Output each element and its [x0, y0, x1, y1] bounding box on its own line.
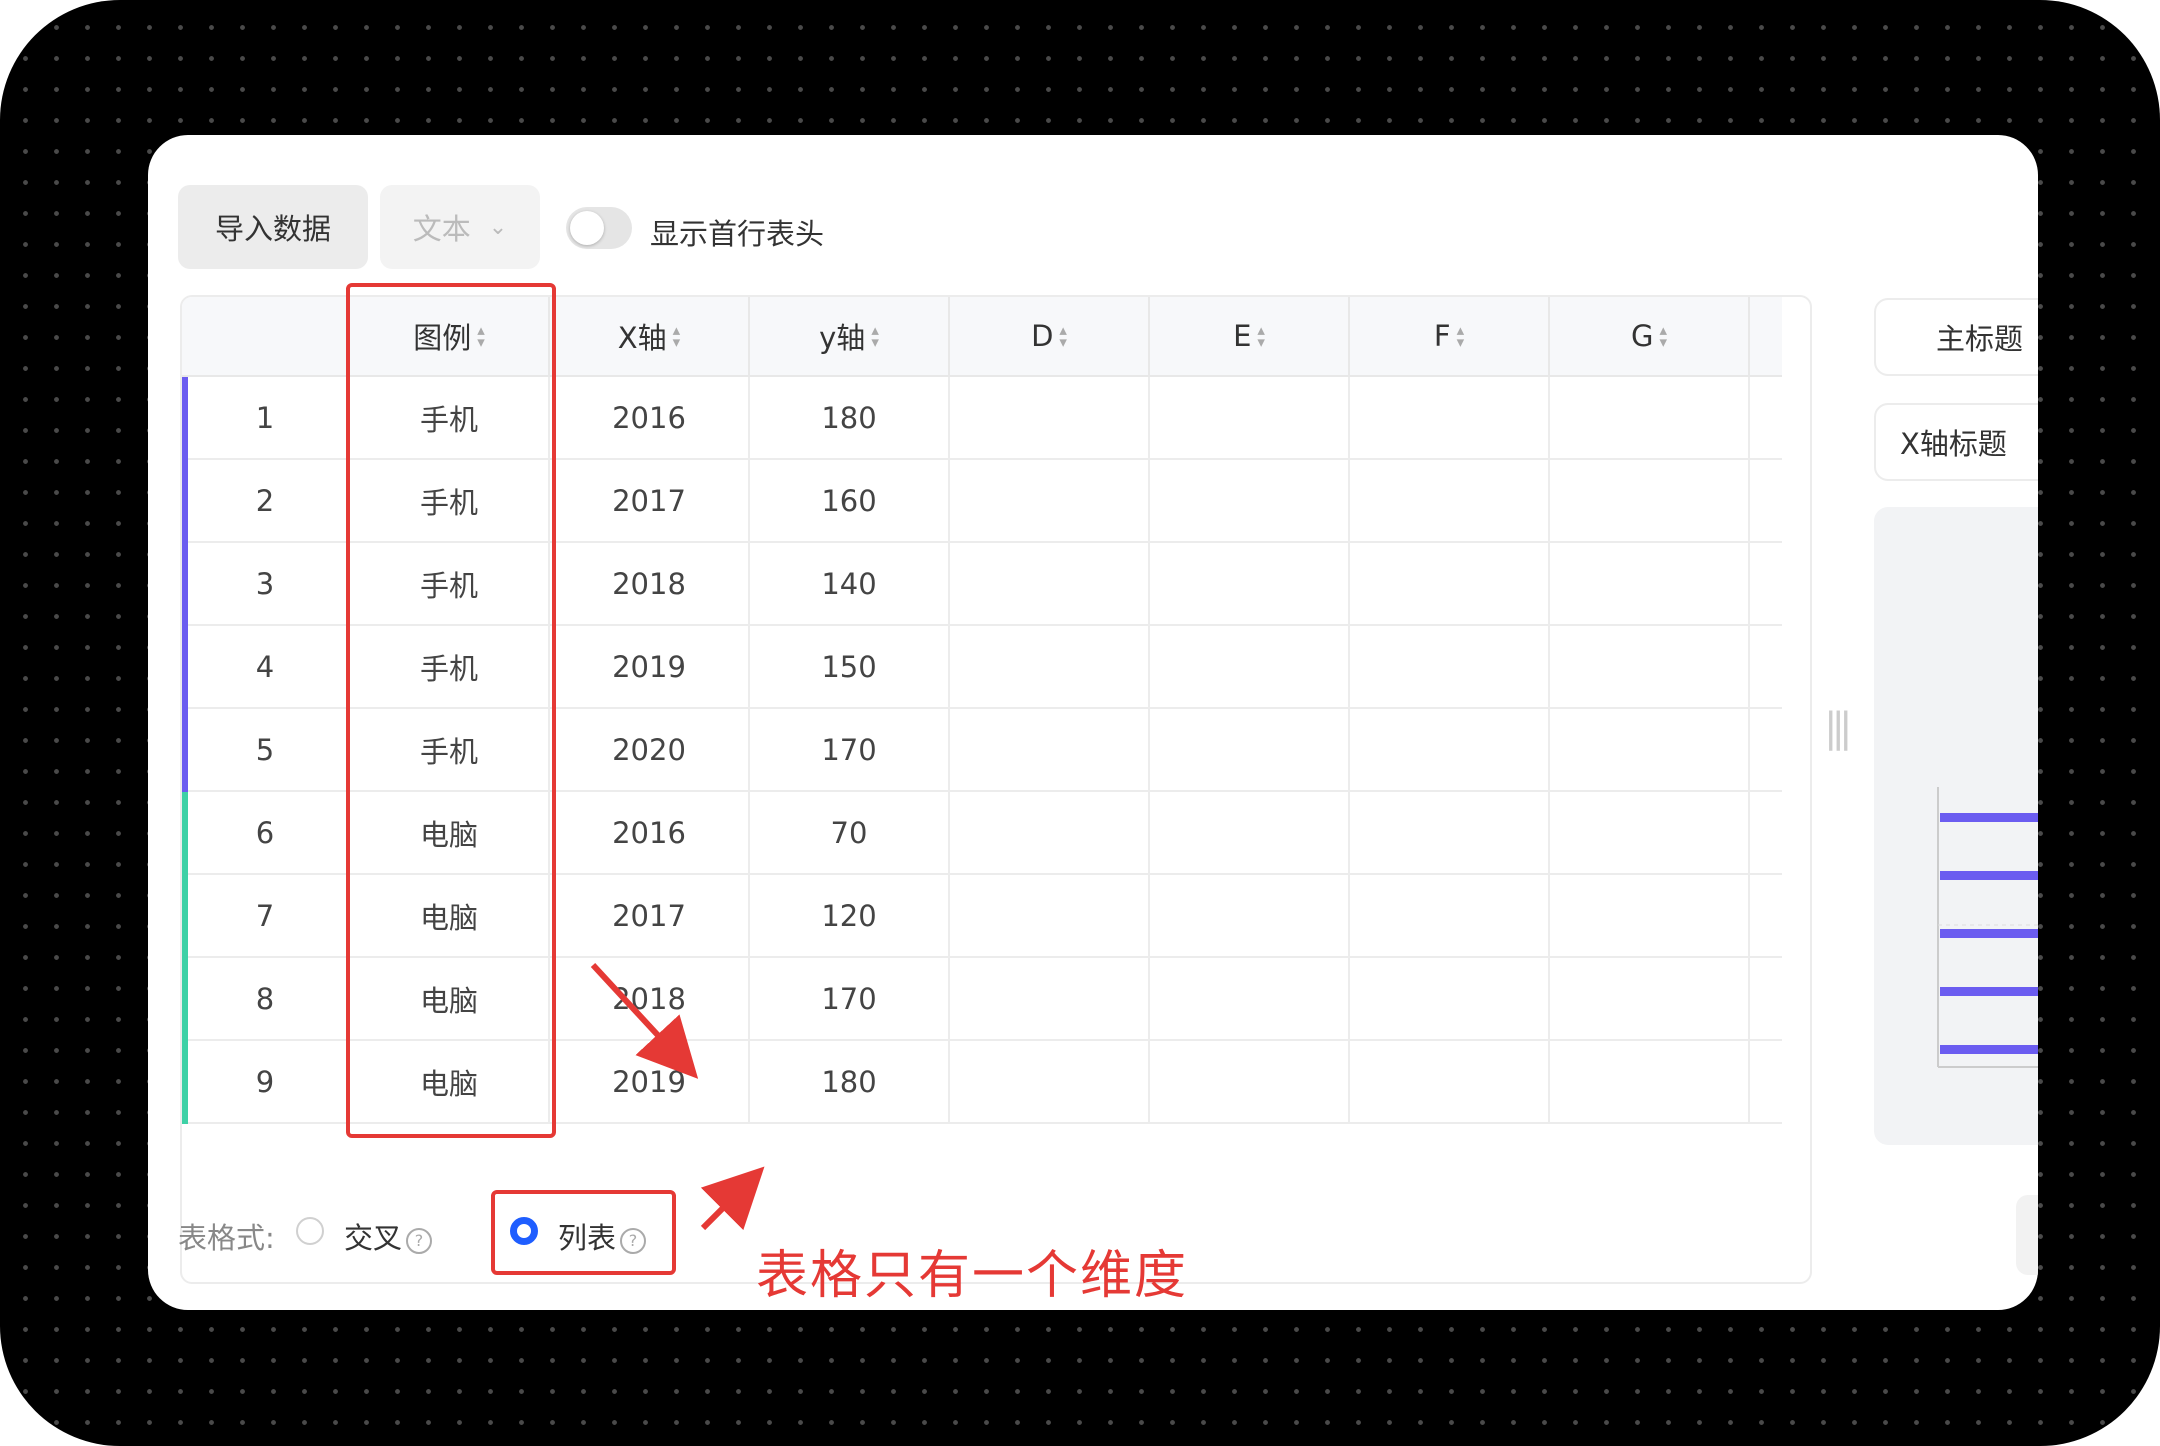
annotation-arrow-down: [700, 1166, 765, 1231]
chart-editor-card: 导入数据 文本 ⌄ 显示首行表头 图例 ▴ ▾ X轴 ▴ ▾ y轴 ▴ ▾ D ▴ ▾ E ▴ ▾ …: [148, 135, 2038, 1310]
annotation-arrow-up: [590, 962, 699, 1079]
annotation-arrows: [590, 962, 765, 1231]
